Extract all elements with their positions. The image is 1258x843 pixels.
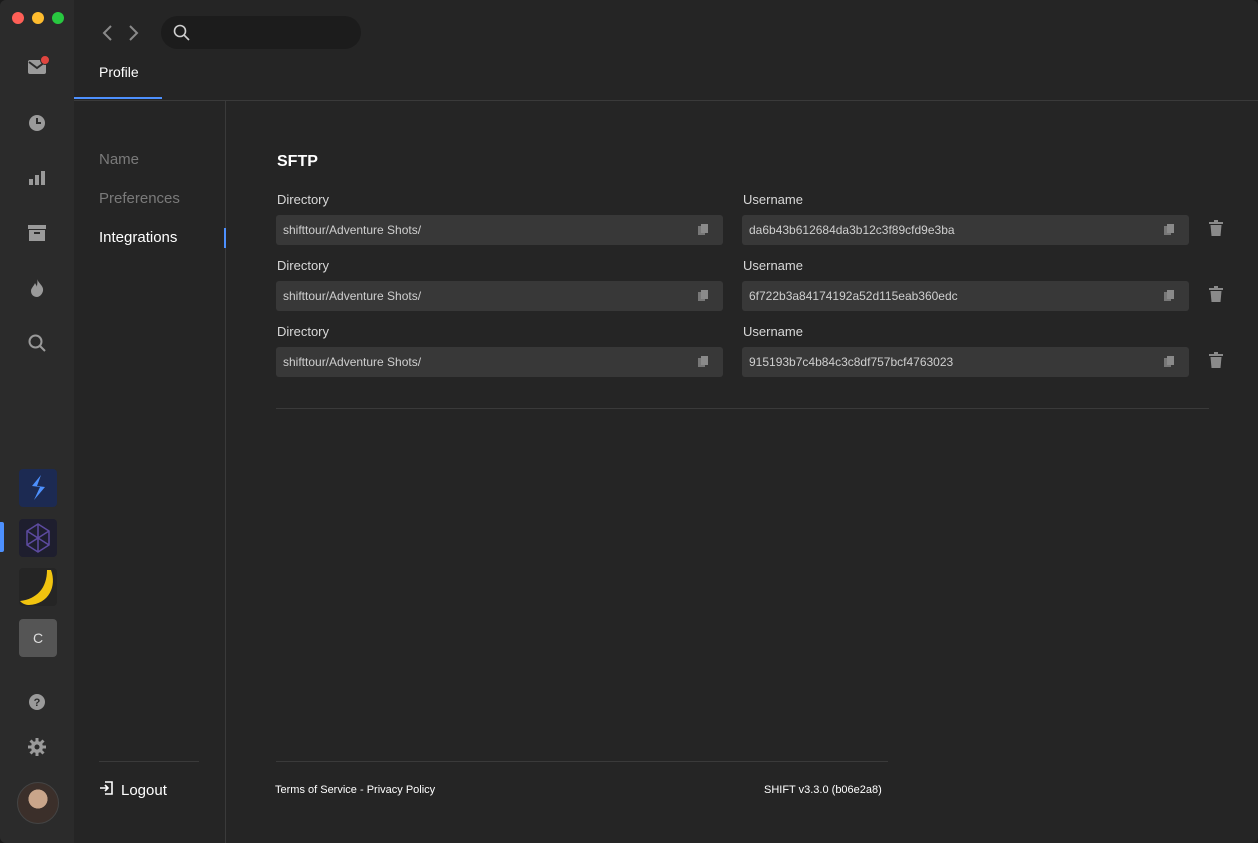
copy-icon[interactable] [698, 224, 708, 239]
delete-row-button[interactable] [1209, 286, 1223, 302]
zoom-window-button[interactable] [52, 12, 64, 24]
footer-links: Terms of Service - Privacy Policy [275, 784, 435, 796]
back-button[interactable] [100, 24, 116, 42]
svg-text:?: ? [34, 697, 41, 709]
active-app-indicator [0, 522, 4, 552]
green-app-partial[interactable] [19, 667, 57, 673]
username-label: Username [743, 192, 803, 207]
subnav-item-name[interactable]: Name [99, 151, 139, 168]
gear-icon[interactable] [27, 737, 47, 757]
section-title: SFTP [277, 153, 318, 170]
search-icon [173, 24, 190, 46]
subnav-item-integrations[interactable]: Integrations [99, 229, 177, 246]
copy-icon[interactable] [1164, 224, 1174, 239]
tab-profile[interactable]: Profile [99, 64, 139, 80]
app-rail: C ? [0, 0, 74, 843]
directory-field[interactable]: shifttour/Adventure Shots/ [276, 281, 723, 311]
tab-active-underline [74, 97, 162, 99]
directory-label: Directory [277, 192, 330, 207]
close-window-button[interactable] [12, 12, 24, 24]
help-icon[interactable]: ? [27, 692, 47, 712]
c-app[interactable]: C [19, 619, 57, 657]
directory-field[interactable]: shifttour/Adventure Shots/ [276, 215, 723, 245]
trash-icon [1209, 286, 1223, 302]
delete-row-button[interactable] [1209, 352, 1223, 368]
top-bar: Profile [74, 0, 1258, 101]
subnav-item-preferences[interactable]: Preferences [99, 190, 180, 207]
profile-subnav: Name Preferences Integrations Logout [74, 101, 226, 843]
app-window: C ? Profile Name Preferences Integration… [0, 0, 1258, 843]
username-label: Username [743, 258, 803, 273]
directory-field[interactable]: shifttour/Adventure Shots/ [276, 347, 723, 377]
logout-icon [99, 781, 113, 799]
polyhedron-app[interactable] [19, 519, 57, 557]
trash-icon [1209, 352, 1223, 368]
username-field[interactable]: 915193b7c4b84c3c8df757bcf4763023 [742, 347, 1189, 377]
username-field[interactable]: da6b43b612684da3b12c3f89cfd9e3ba [742, 215, 1189, 245]
delete-row-button[interactable] [1209, 220, 1223, 236]
copy-icon[interactable] [698, 356, 708, 371]
username-label: Username [743, 324, 803, 339]
chart-icon[interactable] [27, 168, 47, 188]
directory-value: shifttour/Adventure Shots/ [283, 355, 422, 369]
directory-label: Directory [277, 324, 330, 339]
directory-label: Directory [277, 258, 330, 273]
integrations-panel: SFTP Directory Username shifttour/Advent… [226, 101, 1258, 843]
directory-value: shifttour/Adventure Shots/ [283, 289, 422, 303]
clock-icon[interactable] [27, 113, 47, 133]
username-value: 6f722b3a84174192a52d115eab360edc [749, 289, 958, 303]
trash-icon [1209, 220, 1223, 236]
username-field[interactable]: 6f722b3a84174192a52d115eab360edc [742, 281, 1189, 311]
banana-app[interactable] [19, 568, 57, 606]
forward-button[interactable] [125, 24, 141, 42]
copy-icon[interactable] [698, 290, 708, 305]
privacy-link[interactable]: Privacy Policy [367, 784, 435, 796]
minimize-window-button[interactable] [32, 12, 44, 24]
version-label: SHIFT v3.3.0 (b06e2a8) [764, 784, 882, 796]
notification-badge [40, 55, 50, 65]
section-divider [276, 408, 1209, 409]
subnav-divider [99, 761, 199, 762]
search-input[interactable] [161, 16, 361, 49]
copy-icon[interactable] [1164, 290, 1174, 305]
footer-divider [276, 761, 888, 762]
terms-link[interactable]: Terms of Service [275, 784, 357, 796]
c-app-label: C [32, 630, 44, 646]
username-value: da6b43b612684da3b12c3f89cfd9e3ba [749, 223, 955, 237]
directory-value: shifttour/Adventure Shots/ [283, 223, 422, 237]
logout-label: Logout [121, 781, 167, 799]
avatar[interactable] [17, 782, 59, 824]
copy-icon[interactable] [1164, 356, 1174, 371]
fire-icon[interactable] [27, 278, 47, 298]
search-icon[interactable] [27, 333, 47, 353]
footer-separator: - [356, 784, 367, 796]
shift-app[interactable] [19, 469, 57, 507]
logout-button[interactable]: Logout [99, 781, 167, 799]
archive-icon[interactable] [27, 223, 47, 243]
username-value: 915193b7c4b84c3c8df757bcf4763023 [749, 355, 954, 369]
